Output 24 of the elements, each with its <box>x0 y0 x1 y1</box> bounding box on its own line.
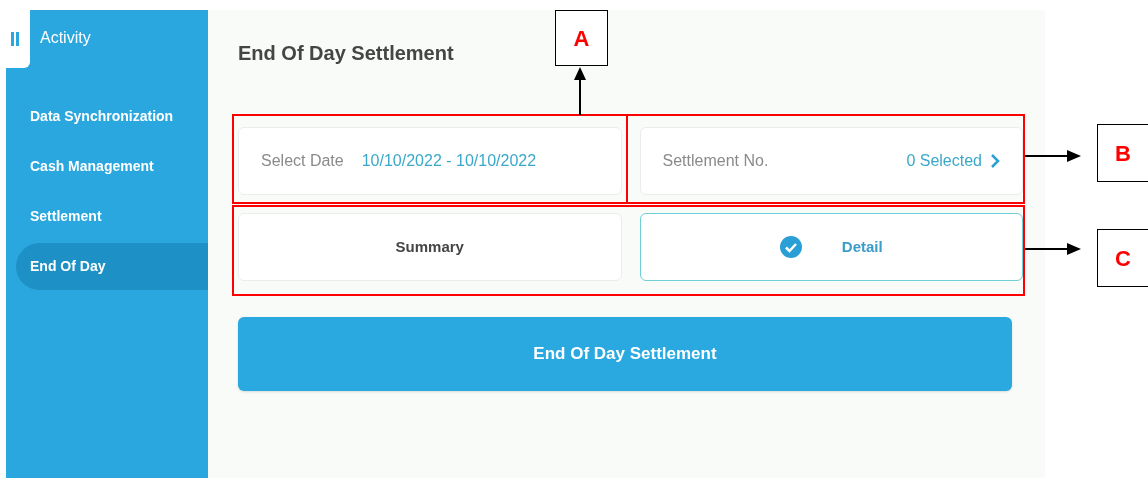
date-field[interactable]: Select Date 10/10/2022 - 10/10/2022 <box>238 127 622 195</box>
view-option-button[interactable]: Summary <box>238 213 622 281</box>
page-title: End Of Day Settlement <box>238 41 454 66</box>
arrow <box>1025 242 1081 256</box>
sidebar-item[interactable]: Cash Management <box>16 143 208 190</box>
sidebar-item[interactable]: Settlement <box>16 193 208 240</box>
menu-icon <box>10 32 20 46</box>
callout-label: A <box>555 10 608 66</box>
arrow <box>573 66 587 115</box>
sidebar-item[interactable]: Data Synchronization <box>16 93 208 140</box>
end-of-day-settlement-button[interactable]: End Of Day Settlement <box>238 317 1012 391</box>
check-circle-icon <box>779 236 802 258</box>
field-label: Select Date <box>261 151 344 171</box>
callout-label: B <box>1097 124 1148 182</box>
selection-count: 0 Selected <box>906 151 982 171</box>
callout-label: C <box>1097 229 1148 287</box>
sidebar-item[interactable]: End Of Day <box>16 243 208 290</box>
chevron-right-icon <box>990 153 1000 169</box>
date-range-value: 10/10/2022 - 10/10/2022 <box>361 151 537 171</box>
view-option-button[interactable]: Detail <box>639 213 1023 281</box>
settlement-field[interactable]: Settlement No. 0 Selected <box>639 127 1023 195</box>
field-label: Settlement No. <box>662 151 769 171</box>
sidebar-header: Activity <box>40 28 91 48</box>
arrow <box>1025 149 1081 163</box>
